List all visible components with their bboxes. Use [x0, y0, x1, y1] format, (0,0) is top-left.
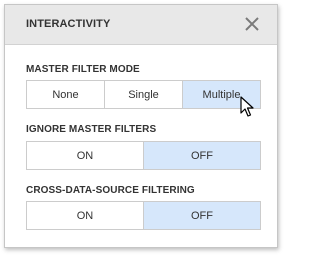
ignore-master-filters-on-button[interactable]: ON [27, 142, 144, 169]
ignore-master-filters-off-button[interactable]: OFF [144, 142, 260, 169]
close-icon[interactable] [243, 15, 261, 33]
cross-data-source-filtering-on-button[interactable]: ON [27, 202, 144, 229]
cross-data-source-filtering-toggle: ON OFF [26, 201, 261, 230]
ignore-master-filters-toggle: ON OFF [26, 141, 261, 170]
cross-data-source-filtering-label: CROSS-DATA-SOURCE FILTERING [26, 185, 195, 196]
master-filter-mode-none-button[interactable]: None [27, 81, 105, 108]
panel-title: INTERACTIVITY [26, 18, 111, 30]
cross-data-source-filtering-off-button[interactable]: OFF [144, 202, 260, 229]
ignore-master-filters-label: IGNORE MASTER FILTERS [26, 124, 157, 135]
panel-header: INTERACTIVITY [5, 5, 277, 45]
master-filter-mode-single-button[interactable]: Single [105, 81, 183, 108]
master-filter-mode-selector: None Single Multiple [26, 80, 261, 109]
interactivity-panel: INTERACTIVITY MASTER FILTER MODE None Si… [4, 4, 278, 248]
mouse-pointer-icon [240, 96, 254, 118]
master-filter-mode-label: MASTER FILTER MODE [26, 64, 140, 75]
